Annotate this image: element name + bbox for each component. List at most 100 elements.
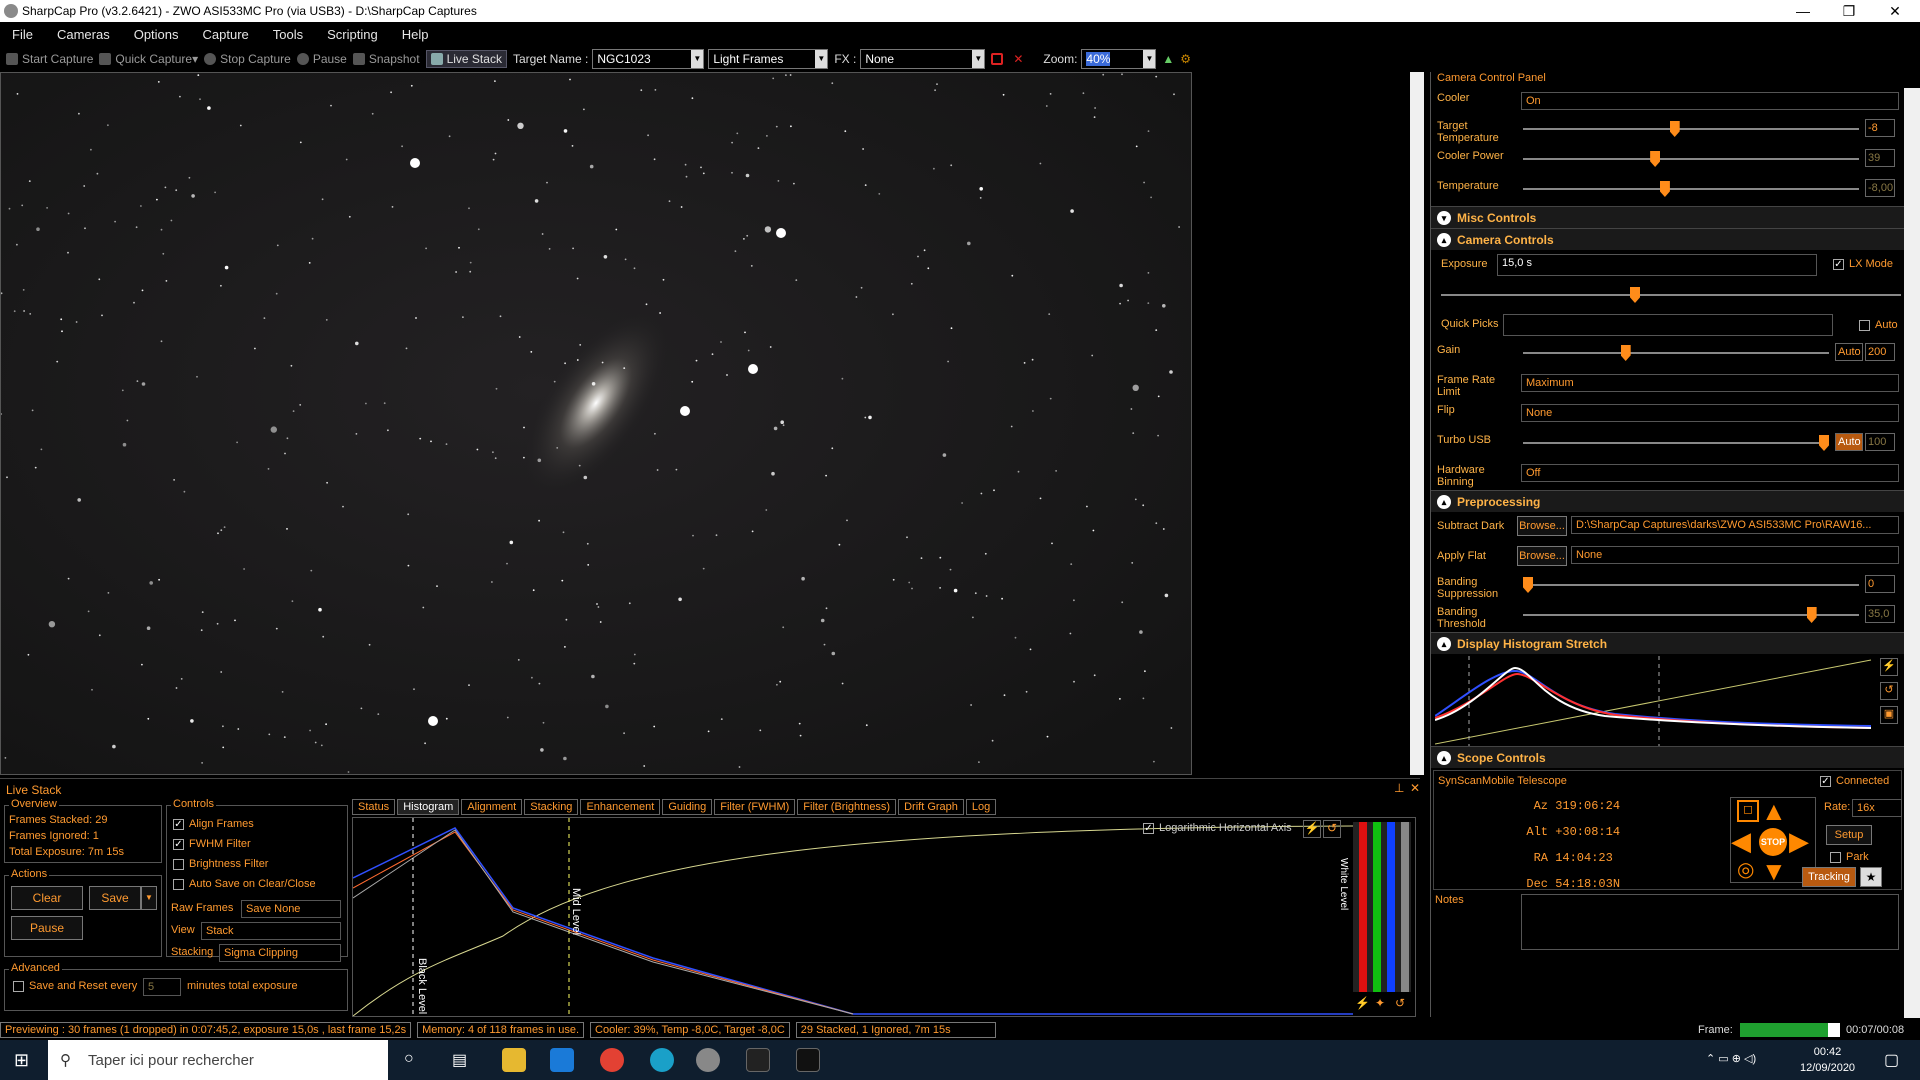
pause-stack-button[interactable]: Pause: [11, 916, 83, 940]
gain-knob[interactable]: [1620, 345, 1631, 361]
edge-icon[interactable]: [650, 1048, 674, 1072]
banding-suppression-slider[interactable]: [1523, 577, 1859, 593]
turbo-usb-value[interactable]: 100: [1865, 433, 1895, 451]
save-button[interactable]: Save: [89, 886, 141, 910]
auto-stretch-icon[interactable]: ⚡: [1303, 820, 1321, 838]
tab-alignment[interactable]: Alignment: [461, 799, 523, 815]
exposure-knob[interactable]: [1630, 287, 1640, 303]
fx-combo[interactable]: None ▼: [860, 49, 986, 69]
fwhm-filter-checkbox[interactable]: ✓ FWHM Filter: [173, 834, 316, 854]
tab-status[interactable]: Status: [352, 799, 396, 815]
display-histogram[interactable]: ⚡ ↺ ▣: [1431, 654, 1904, 746]
clear-button[interactable]: Clear: [11, 886, 83, 910]
display-stretch-header[interactable]: ▴ Display Histogram Stretch: [1431, 632, 1904, 654]
subtract-dark-select[interactable]: D:\SharpCap Captures\darks\ZWO ASI533MC …: [1571, 516, 1899, 534]
reticle-icon[interactable]: ✕: [1013, 52, 1023, 66]
windows-start-icon[interactable]: ⊞: [14, 1050, 29, 1071]
settings-tool-icon[interactable]: ⚙: [1180, 52, 1191, 66]
target-temp-slider[interactable]: [1523, 121, 1859, 137]
histogram-tool-icon[interactable]: ▲: [1162, 52, 1174, 66]
gain-value[interactable]: 200: [1865, 343, 1895, 361]
cooler-select[interactable]: On: [1521, 92, 1899, 110]
gain-auto-button[interactable]: Auto: [1835, 343, 1863, 361]
target-temp-value[interactable]: -8: [1865, 119, 1895, 137]
pause-button[interactable]: Pause: [296, 52, 347, 66]
quick-capture-button[interactable]: Quick Capture ▾: [99, 52, 198, 66]
tab-filter-brightness[interactable]: Filter (Brightness): [797, 799, 897, 815]
menu-capture[interactable]: Capture: [191, 27, 261, 42]
terminal-icon[interactable]: [746, 1048, 770, 1072]
save-reset-input[interactable]: 5: [143, 978, 181, 996]
reset-stretch-icon[interactable]: ↺: [1880, 682, 1898, 700]
tab-filter-fwhm[interactable]: Filter (FWHM): [714, 799, 796, 815]
stacking-select[interactable]: Sigma Clipping: [219, 944, 341, 962]
stop-button[interactable]: STOP: [1759, 828, 1787, 856]
image-vertical-scrollbar[interactable]: [1410, 72, 1424, 775]
lightning-icon[interactable]: ⚡: [1355, 996, 1370, 1010]
park-checkbox[interactable]: Park: [1830, 851, 1869, 863]
view-select[interactable]: Stack: [201, 922, 341, 940]
image-viewport[interactable]: [0, 72, 1203, 775]
zoom-combo[interactable]: 40% ▼: [1081, 49, 1157, 69]
banding-threshold-value[interactable]: 35,0: [1865, 605, 1895, 623]
snapshot-button[interactable]: Snapshot: [352, 52, 420, 66]
connected-checkbox[interactable]: ✓ Connected: [1820, 775, 1889, 787]
exposure-input[interactable]: 15,0 s: [1497, 254, 1817, 276]
misc-controls-header[interactable]: ▾ Misc Controls: [1431, 206, 1904, 228]
rgb-level-sliders[interactable]: [1353, 822, 1411, 992]
arrow-up-icon[interactable]: ▲: [1761, 798, 1787, 824]
menu-file[interactable]: File: [0, 27, 45, 42]
target-temp-knob[interactable]: [1669, 121, 1680, 137]
file-explorer-icon[interactable]: [502, 1048, 526, 1072]
quick-picks-select[interactable]: [1503, 314, 1833, 336]
log-axis-checkbox[interactable]: ✓ Logarithmic Horizontal Axis: [1143, 822, 1292, 834]
frame-type-combo[interactable]: Light Frames ▼: [708, 49, 829, 69]
notification-icon[interactable]: ▢: [1884, 1050, 1899, 1070]
notes-input[interactable]: [1521, 894, 1899, 950]
reset-icon[interactable]: ↺: [1323, 820, 1341, 838]
auto-save-checkbox[interactable]: Auto Save on Clear/Close: [173, 874, 316, 894]
maximize-button[interactable]: ❐: [1826, 0, 1872, 22]
star-icon[interactable]: ★: [1860, 867, 1882, 887]
close-button[interactable]: ✕: [1872, 0, 1918, 22]
tab-log[interactable]: Log: [965, 799, 997, 815]
taskbar-search[interactable]: ⚲ Taper ici pour rechercher: [48, 1040, 388, 1080]
tab-drift-graph[interactable]: Drift Graph: [898, 799, 964, 815]
lx-mode-checkbox[interactable]: ✓ LX Mode: [1833, 258, 1893, 270]
banding-threshold-knob[interactable]: [1806, 607, 1817, 623]
mail-icon[interactable]: [550, 1048, 574, 1072]
sparkle-icon[interactable]: ✦: [1375, 996, 1385, 1010]
live-stack-button[interactable]: Live Stack: [425, 50, 507, 68]
menu-tools[interactable]: Tools: [261, 27, 315, 42]
taskbar-clock[interactable]: 00:42 12/09/2020: [1800, 1044, 1855, 1076]
arrow-left-icon[interactable]: ◀: [1731, 828, 1751, 854]
brightness-filter-checkbox[interactable]: Brightness Filter: [173, 854, 316, 874]
cortana-icon[interactable]: ○: [404, 1050, 414, 1068]
luminance-level-bar[interactable]: [1401, 822, 1409, 992]
apply-flat-browse-button[interactable]: Browse...: [1517, 546, 1567, 566]
tray-icons[interactable]: ⌃ ▭ ⊕ ◁): [1706, 1052, 1756, 1065]
stack-histogram[interactable]: Black Level Mid Level ✓ Logarithmic Horiz…: [352, 817, 1416, 1017]
menu-options[interactable]: Options: [122, 27, 191, 42]
tracking-button[interactable]: Tracking: [1802, 867, 1856, 887]
scope-controls-header[interactable]: ▴ Scope Controls: [1431, 746, 1904, 768]
flip-select[interactable]: None: [1521, 404, 1899, 422]
tab-histogram[interactable]: Histogram: [397, 799, 460, 815]
preprocessing-header[interactable]: ▴ Preprocessing: [1431, 490, 1904, 512]
gain-slider[interactable]: [1523, 345, 1829, 361]
banding-suppression-value[interactable]: 0: [1865, 575, 1895, 593]
auto-stretch-icon[interactable]: ⚡: [1880, 658, 1898, 676]
app-taskbar-icon[interactable]: [796, 1048, 820, 1072]
turbo-usb-knob[interactable]: [1819, 435, 1829, 451]
close-panel-icon[interactable]: ✕: [1410, 781, 1420, 795]
setup-button[interactable]: Setup: [1826, 825, 1872, 845]
banding-suppression-knob[interactable]: [1523, 577, 1533, 593]
binning-select[interactable]: Off: [1521, 464, 1899, 482]
tab-guiding[interactable]: Guiding: [662, 799, 713, 815]
red-level-bar[interactable]: [1359, 822, 1367, 992]
task-view-icon[interactable]: ▤: [452, 1050, 467, 1070]
panel-vertical-scrollbar[interactable]: [1904, 88, 1920, 1018]
menu-help[interactable]: Help: [390, 27, 441, 42]
turbo-auto-button[interactable]: Auto: [1835, 433, 1863, 451]
menu-scripting[interactable]: Scripting: [315, 27, 390, 42]
